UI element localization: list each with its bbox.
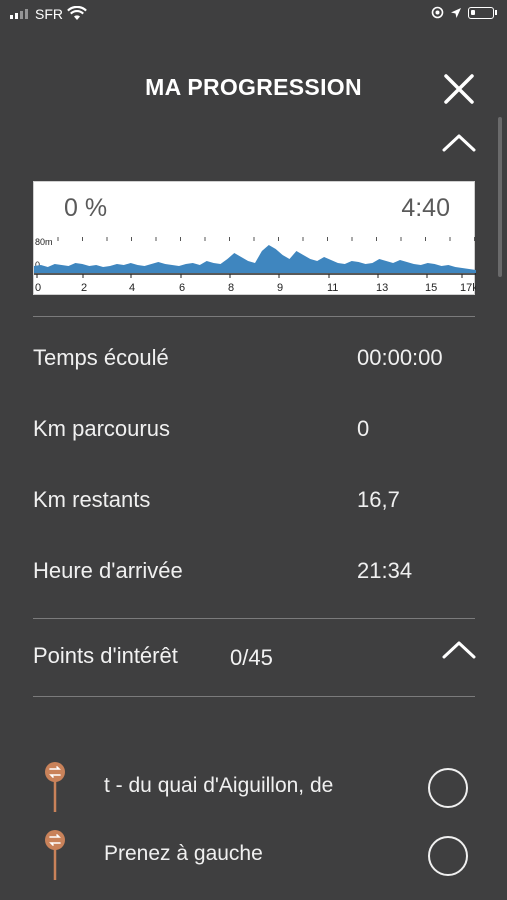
location-lock-icon <box>431 6 444 19</box>
location-arrow-icon <box>451 7 461 18</box>
stat-value: 21:34 <box>357 558 413 583</box>
turn-pin-icon <box>45 762 65 812</box>
stat-value: 0 <box>357 416 370 441</box>
x-tick-label: 9 <box>277 282 283 294</box>
x-tick-label: 0 <box>35 282 41 294</box>
stat-value: 00:00:00 <box>357 345 443 370</box>
status-bar: SFR <box>0 0 507 30</box>
x-tick-label: 13 <box>376 282 388 294</box>
elevation-profile: 0 % 4:40 80m 0 02468911131517km <box>33 181 476 295</box>
stat-distance-remaining: Km restants 16,7 <box>33 487 475 519</box>
stat-arrival-time: Heure d'arrivée 21:34 <box>33 558 475 590</box>
poi-checkbox[interactable] <box>428 768 468 808</box>
stat-elapsed-time: Temps écoulé 00:00:00 <box>33 345 475 377</box>
divider <box>33 618 475 619</box>
stat-label: Heure d'arrivée <box>33 558 183 583</box>
x-tick-label: 6 <box>179 282 185 294</box>
elevation-area <box>34 245 476 273</box>
stat-label: Km parcourus <box>33 416 170 441</box>
poi-count: 0/45 <box>230 645 273 670</box>
signal-icon <box>10 9 28 19</box>
stat-value: 16,7 <box>357 487 400 512</box>
scrollbar[interactable] <box>498 117 502 277</box>
chevron-up-icon[interactable] <box>441 638 477 662</box>
x-tick-label: 17km <box>460 282 476 294</box>
x-tick-label: 8 <box>228 282 234 294</box>
remaining-time: 4:40 <box>401 194 450 222</box>
page-title: MA PROGRESSION <box>145 74 362 100</box>
x-tick-label: 4 <box>129 282 135 294</box>
poi-list-item[interactable]: t - du quai d'Aiguillon, de <box>0 760 507 820</box>
divider <box>33 316 475 317</box>
carrier-name: SFR <box>35 6 63 22</box>
chevron-up-icon[interactable] <box>441 131 477 155</box>
x-tick-label: 15 <box>425 282 437 294</box>
progress-percent: 0 % <box>64 194 108 222</box>
turn-pin-icon <box>45 830 65 880</box>
poi-checkbox[interactable] <box>428 836 468 876</box>
stat-label: Km restants <box>33 487 151 512</box>
poi-list-item[interactable]: Prenez à gauche <box>0 828 507 888</box>
wifi-icon <box>67 6 87 20</box>
poi-text: t - du quai d'Aiguillon, de <box>104 774 334 797</box>
stat-distance-covered: Km parcourus 0 <box>33 416 475 448</box>
y-label-max: 80m <box>35 237 53 247</box>
elevation-chart: 80m 0 02468911131517km <box>34 237 476 294</box>
stat-label: Temps écoulé <box>33 345 169 370</box>
x-tick-label: 2 <box>81 282 87 294</box>
poi-label: Points d'intérêt <box>33 643 178 668</box>
x-tick-label: 11 <box>327 282 338 294</box>
battery-cap <box>495 10 497 15</box>
close-icon[interactable] <box>440 70 478 108</box>
poi-header[interactable]: Points d'intérêt 0/45 <box>33 643 475 675</box>
divider <box>33 696 475 697</box>
poi-text: Prenez à gauche <box>104 842 263 865</box>
battery-icon <box>468 6 494 19</box>
